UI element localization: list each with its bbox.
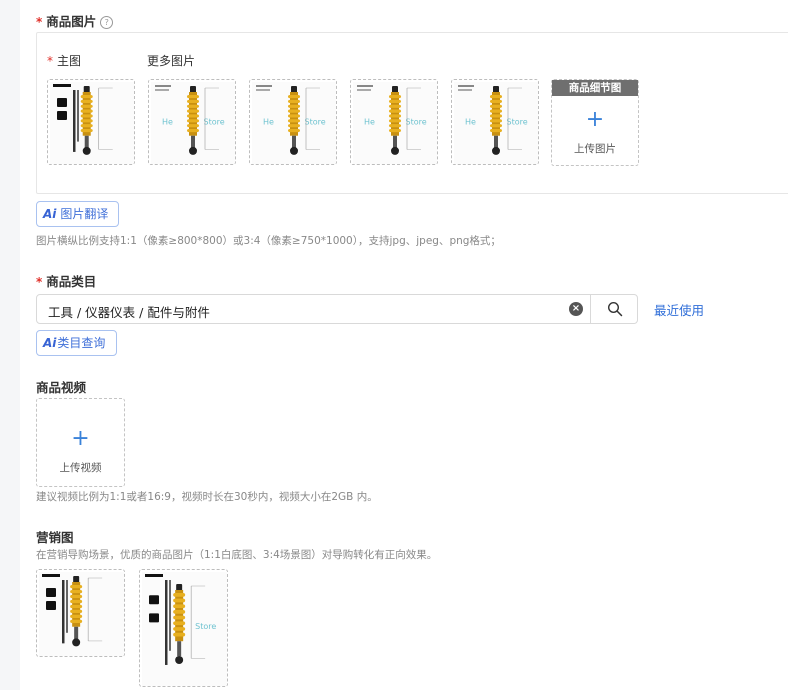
- svg-text:He: He: [465, 118, 476, 127]
- svg-text:Store: Store: [204, 118, 225, 127]
- video-hint: 建议视频比例为1:1或者16:9，视频时长在30秒内，视频大小在2GB 内。: [36, 491, 378, 503]
- marketing-section-title: 营销图: [36, 530, 74, 545]
- category-title-text: 商品类目: [46, 274, 97, 289]
- left-gutter: [0, 0, 20, 690]
- ai-icon: Ai: [43, 207, 57, 221]
- more-image-thumbnail[interactable]: He Store: [350, 79, 438, 165]
- marketing-image-portrait[interactable]: Store: [139, 569, 228, 687]
- video-upload[interactable]: + 上传视频: [36, 398, 125, 487]
- svg-text:He: He: [263, 118, 274, 127]
- ai-category-query-button[interactable]: Ai类目查询: [36, 330, 117, 356]
- ai-icon: Ai: [43, 336, 57, 350]
- main-image-label: * 主图: [47, 52, 81, 69]
- video-section-title: 商品视频: [36, 380, 87, 395]
- svg-text:He: He: [364, 118, 375, 127]
- plus-icon: +: [71, 426, 90, 451]
- category-value: 工具 / 仪器仪表 / 配件与附件: [48, 305, 210, 320]
- recent-used-link[interactable]: 最近使用: [654, 300, 704, 319]
- search-icon: [607, 301, 623, 317]
- svg-text:Store: Store: [305, 118, 326, 127]
- more-images-label: 更多图片: [147, 54, 196, 68]
- detail-image-upload[interactable]: 商品细节图 + 上传图片: [551, 79, 639, 166]
- required-mark: *: [47, 54, 53, 68]
- category-input[interactable]: 工具 / 仪器仪表 / 配件与附件 ×: [36, 294, 592, 324]
- more-image-thumbnail[interactable]: He Store: [451, 79, 539, 165]
- ai-query-label: 类目查询: [57, 336, 106, 350]
- clear-icon[interactable]: ×: [569, 302, 583, 316]
- required-mark: *: [36, 275, 43, 289]
- svg-text:Store: Store: [406, 118, 427, 127]
- main-image-thumbnail[interactable]: [47, 79, 135, 165]
- marketing-hint: 在营销导购场景，优质的商品图片（1:1白底图、3:4场景图）对导购转化有正向效果…: [36, 549, 438, 561]
- plus-icon: +: [585, 107, 605, 132]
- svg-text:He: He: [162, 118, 173, 127]
- more-image-thumbnail[interactable]: He Store: [249, 79, 337, 165]
- upload-video-label: 上传视频: [59, 462, 102, 474]
- category-section-title: * 商品类目: [36, 271, 96, 290]
- marketing-image-square[interactable]: [36, 569, 125, 657]
- required-mark: *: [36, 15, 43, 29]
- images-section-title: * 商品图片?: [36, 11, 114, 30]
- images-hint: 图片横纵比例支持1:1（像素≥800*800）或3:4（像素≥750*1000）…: [36, 235, 501, 247]
- svg-text:Store: Store: [507, 118, 528, 127]
- images-title-text: 商品图片: [46, 14, 97, 29]
- help-icon[interactable]: ?: [100, 16, 114, 29]
- detail-image-header: 商品细节图: [552, 80, 638, 96]
- more-image-thumbnail[interactable]: He Store: [148, 79, 236, 165]
- ai-image-translate-button[interactable]: Ai 图片翻译: [36, 201, 119, 227]
- upload-image-label: 上传图片: [574, 143, 616, 155]
- ai-translate-label: 图片翻译: [60, 207, 109, 221]
- main-image-label-text: 主图: [57, 54, 82, 68]
- svg-text:Store: Store: [195, 622, 216, 631]
- category-search-button[interactable]: [590, 294, 638, 324]
